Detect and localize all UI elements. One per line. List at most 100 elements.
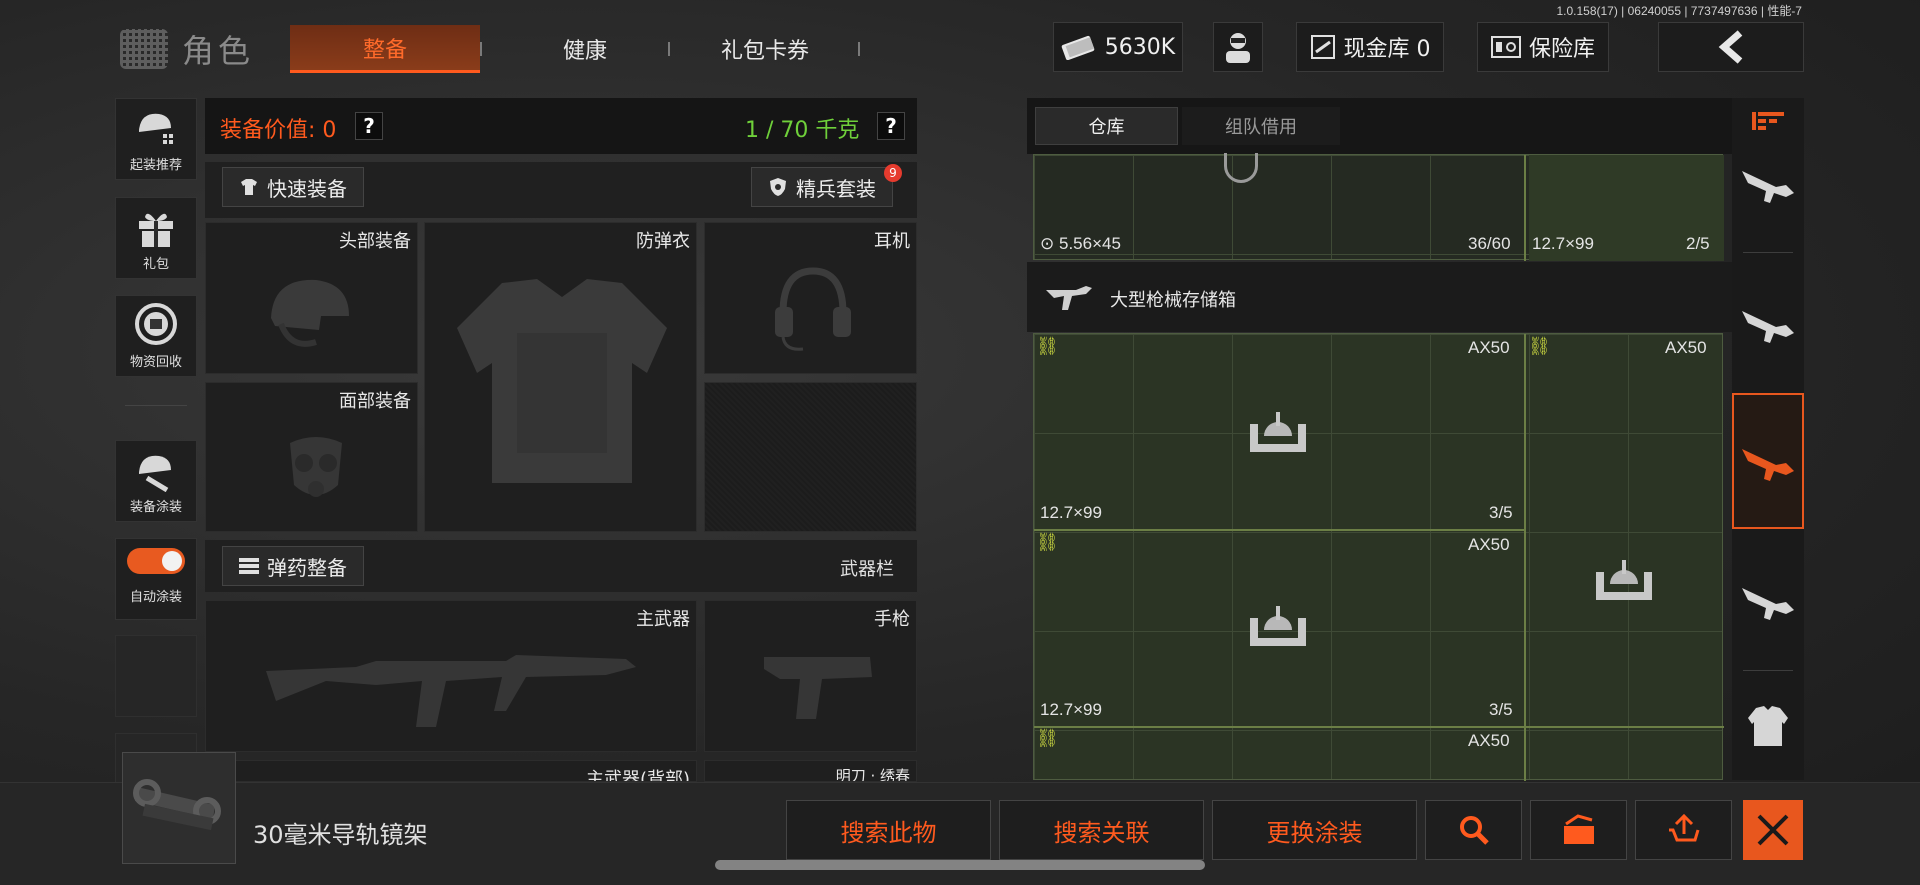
rifle-icon (1742, 449, 1794, 481)
rail-divider (125, 405, 187, 406)
notification-badge: 9 (884, 164, 902, 182)
resource-recycle-button[interactable]: 物资回收 (115, 295, 197, 377)
back-button[interactable] (1658, 22, 1804, 72)
page-title: 角色 (120, 26, 254, 72)
ammo-type-label: ⊙ 5.56×45 (1040, 234, 1121, 253)
help-icon[interactable]: ? (877, 112, 905, 140)
tab-warehouse[interactable]: 仓库 (1035, 107, 1178, 145)
pistol-icon (764, 657, 872, 719)
item-cell-weapon[interactable] (1526, 335, 1722, 725)
equipment-skin-button[interactable]: 装备涂装 (115, 440, 197, 522)
safe-icon (1490, 36, 1521, 58)
search-button[interactable] (1425, 800, 1522, 860)
currency-display[interactable]: 5630K (1053, 22, 1183, 72)
link-icon: ⛓ (1528, 336, 1551, 357)
vest-icon (1748, 706, 1788, 746)
tab-divider (858, 42, 860, 56)
gift-button[interactable]: 礼包 (115, 197, 197, 279)
ammo-type-label: 12.7×99 (1532, 234, 1594, 253)
category-rifle-button[interactable] (1732, 535, 1804, 665)
ammo-stack-icon (239, 558, 259, 574)
safe-button[interactable]: 保险库 (1477, 22, 1609, 72)
empty-slot (115, 635, 197, 717)
search-item-button[interactable]: 搜索此物 (786, 800, 991, 860)
slot-head[interactable]: 头部装备 (205, 222, 418, 374)
link-icon: ⛓ (1036, 336, 1059, 357)
ammo-count: 3/5 (1489, 700, 1513, 719)
weapon-name: AX50 (1665, 338, 1707, 357)
slot-primary-back[interactable]: 主武器(背部) (205, 760, 697, 782)
slot-primary-weapon[interactable]: 主武器 (205, 600, 697, 752)
equipment-value: 装备价值: 0 (220, 118, 337, 143)
auto-skin-toggle[interactable]: 自动涂装 (115, 538, 197, 620)
close-button[interactable] (1743, 800, 1803, 860)
storage-box-title: 大型枪械存储箱 (1110, 290, 1236, 311)
elite-set-button[interactable]: 精兵套装 (751, 167, 893, 207)
search-related-button[interactable]: 搜索关联 (999, 800, 1204, 860)
category-rifle-button-active[interactable] (1732, 393, 1804, 529)
loadout-recommend-button[interactable]: 起装推荐 (115, 98, 197, 180)
item-icon (1224, 153, 1258, 183)
tab-gift-coupons[interactable]: 礼包卡券 (680, 25, 850, 73)
sell-button[interactable] (1635, 800, 1732, 860)
paint-helmet-icon (139, 455, 171, 492)
slot-armor[interactable]: 防弹衣 (424, 222, 697, 532)
tab-team-borrow[interactable]: 组队借用 (1182, 107, 1340, 145)
category-armor-button[interactable] (1732, 676, 1804, 776)
gas-mask-icon (290, 437, 342, 497)
weapon-name: AX50 (1468, 338, 1510, 357)
category-rifle-button[interactable] (1732, 258, 1804, 388)
slot-locked (704, 382, 917, 532)
change-skin-button[interactable]: 更换涂装 (1212, 800, 1417, 860)
weapon-name: AX50 (1468, 731, 1510, 750)
tab-equipment[interactable]: 整备 (290, 25, 480, 73)
export-button[interactable] (1530, 800, 1627, 860)
slot-melee[interactable]: 明刀 · 绣春 (704, 760, 917, 782)
weapon-case-icon (1250, 606, 1306, 646)
agent-button[interactable] (1213, 22, 1263, 72)
link-icon: ⛓ (1036, 532, 1059, 553)
ammo-count: 3/5 (1489, 503, 1513, 522)
rail-divider (1743, 670, 1793, 671)
ammo-icon: ⊙ (1040, 234, 1055, 253)
back-arrow-icon (1718, 30, 1743, 64)
category-rifle-button[interactable] (1732, 118, 1804, 248)
character-icon (120, 29, 168, 69)
item-cell-weapon[interactable] (1035, 727, 1522, 779)
cash-icon (1061, 35, 1095, 60)
vault-icon (1310, 35, 1335, 59)
slot-pistol[interactable]: 手枪 (704, 600, 917, 752)
vest-icon (457, 279, 667, 483)
tab-health[interactable]: 健康 (490, 25, 680, 73)
upload-cart-icon (1668, 814, 1699, 842)
toggle-icon[interactable] (127, 547, 185, 574)
ammo-count: 2/5 (1686, 234, 1710, 253)
home-indicator (715, 860, 1205, 870)
ammo-count: 36/60 (1468, 234, 1511, 253)
close-icon (1757, 814, 1789, 846)
ammo-type-label: 12.7×99 (1040, 503, 1102, 522)
weapon-case-icon (1250, 412, 1306, 452)
search-icon (1459, 816, 1489, 845)
ammo-organize-button[interactable]: 弹药整备 (222, 546, 364, 586)
headset-icon (775, 267, 851, 351)
link-icon: ⛓ (1036, 728, 1059, 749)
gift-icon (139, 213, 173, 247)
weapon-bar-label: 武器栏 (840, 559, 894, 580)
tab-divider (480, 42, 482, 56)
cash-vault-button[interactable]: 现金库 0 (1296, 22, 1444, 72)
scope-mount-icon (133, 779, 221, 831)
slot-face[interactable]: 面部装备 (205, 382, 418, 532)
weight-display: 1 / 70 千克 (745, 118, 860, 143)
rifle-icon (1742, 171, 1794, 203)
version-info: 1.0.158(17) | 06240055 | 7737497636 | 性能… (1556, 4, 1802, 18)
rifle-icon (1742, 311, 1794, 343)
slot-headset[interactable]: 耳机 (704, 222, 917, 374)
agent-icon (1226, 33, 1250, 63)
rifle-icon (266, 655, 636, 727)
quick-equip-button[interactable]: 快速装备 (222, 167, 364, 207)
ammo-type-label: 12.7×99 (1040, 700, 1102, 719)
helmet-icon (271, 279, 349, 347)
rifle-icon (1046, 286, 1092, 310)
help-icon[interactable]: ? (355, 112, 383, 140)
